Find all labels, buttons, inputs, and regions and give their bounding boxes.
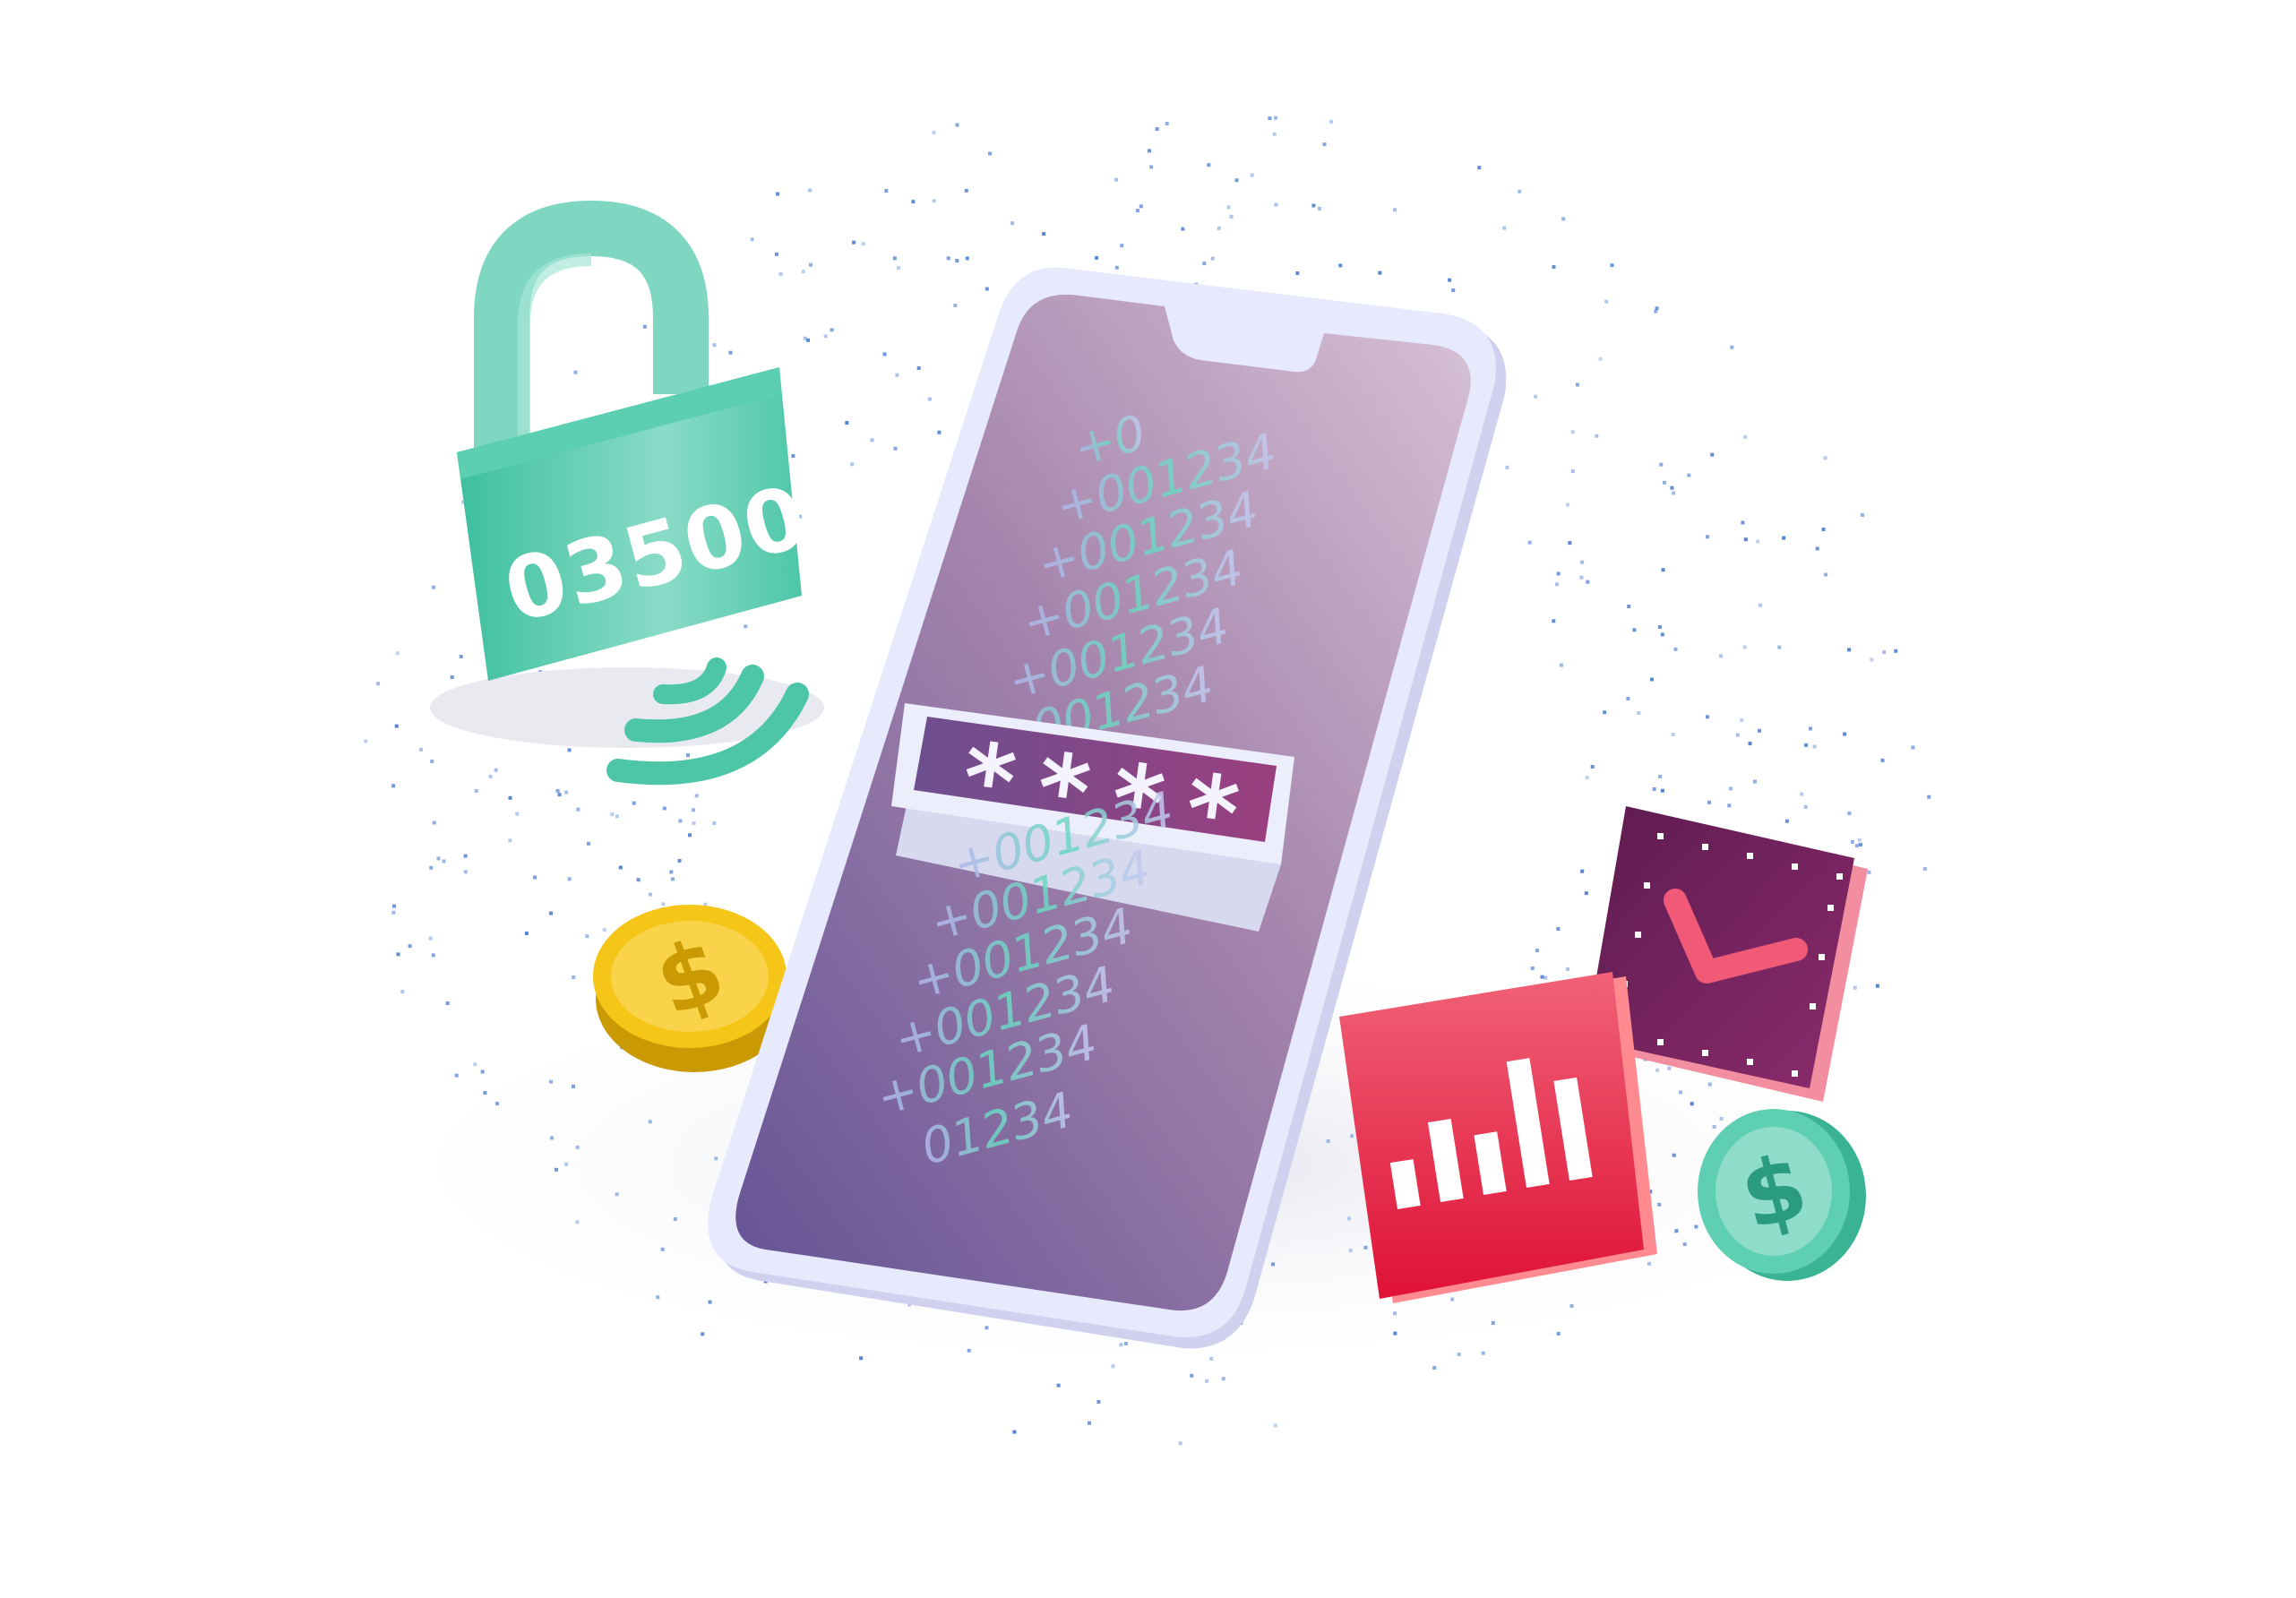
padlock-icon: 035005 [430,200,878,748]
bar-chart-icon [1339,972,1657,1303]
security-illustration: 035005 $ +0 +001234 +001234 +001234 +001… [340,116,1953,1446]
